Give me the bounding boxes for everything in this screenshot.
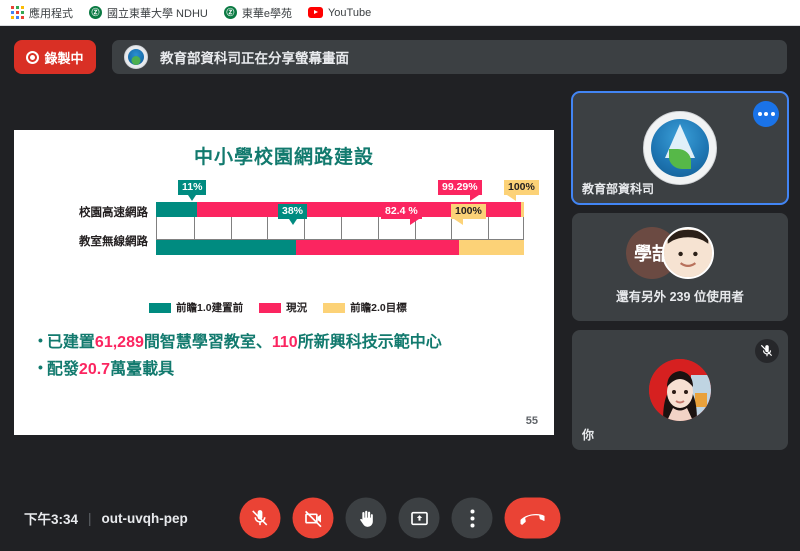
- chart-value-before-1: 38%: [278, 204, 308, 225]
- more-options-button[interactable]: [451, 497, 493, 539]
- chart-bar-before-1: [156, 240, 296, 255]
- network-build-chart: 校園高速網路 教室無線網路 11% 99.29% 100% 38% 82.4 %…: [44, 178, 539, 268]
- camera-off-button[interactable]: [292, 497, 334, 539]
- bookmark-youtube[interactable]: YouTube: [301, 2, 378, 24]
- slide-bullets: 已建置61,289間智慧學習教室、110所新興科技示範中心 配發20.7萬臺載具: [38, 328, 538, 382]
- participant-name: 你: [582, 428, 595, 442]
- self-photo-avatar: [649, 359, 711, 421]
- youtube-icon: [307, 7, 323, 18]
- bookmark-ndhu[interactable]: Ⓩ 國立東華大學 NDHU: [82, 2, 215, 24]
- browser-bookmarks-bar: 應用程式 Ⓩ 國立東華大學 NDHU Ⓩ 東華e學苑 YouTube: [0, 0, 800, 26]
- raise-hand-icon: [359, 510, 373, 527]
- recording-indicator[interactable]: 錄製中: [14, 40, 96, 74]
- chart-value-target-0: 100%: [504, 180, 539, 201]
- call-controls: [239, 497, 561, 539]
- meet-bottom-bar: 下午3:34 | out-uvqh-pep: [0, 485, 800, 551]
- bookmark-label: 應用程式: [29, 7, 73, 20]
- chart-value-before-0: 11%: [178, 180, 207, 201]
- chart-value-target-1: 100%: [451, 204, 486, 225]
- participant-rail: 教育部資科司 學喆 還有另外 239 位使用者 你: [571, 91, 789, 459]
- participant-photo-avatar: [662, 227, 714, 279]
- list-item: 配發20.7萬臺載具: [38, 355, 538, 382]
- end-call-button[interactable]: [504, 497, 561, 539]
- legend-swatch-icon: [149, 302, 171, 313]
- bookmark-label: 東華e學苑: [241, 7, 292, 20]
- legend-item-1: 現況: [259, 300, 307, 315]
- ndhu-badge-icon: Ⓩ: [89, 6, 102, 19]
- present-screen-icon: [410, 511, 428, 525]
- chart-value-current-1: 82.4 %: [381, 204, 422, 225]
- shared-slide[interactable]: 中小學校園網路建設 校園高速網路 教室無線網路 11% 99.29% 100% …: [14, 130, 554, 435]
- meet-top-bar: 錄製中 教育部資科司正在分享螢幕畫面: [0, 26, 800, 88]
- bookmark-apps[interactable]: 應用程式: [4, 2, 80, 24]
- hangup-icon: [520, 513, 545, 525]
- current-time: 下午3:34: [24, 512, 79, 527]
- chart-bar-before-0: [156, 202, 197, 217]
- self-portrait-icon: [649, 359, 711, 421]
- chart-value-current-0: 99.29%: [438, 180, 482, 201]
- bookmark-label: YouTube: [327, 6, 372, 19]
- legend-label: 現況: [286, 302, 308, 314]
- meeting-code: out-uvqh-pep: [101, 510, 188, 526]
- mic-off-button[interactable]: [239, 497, 281, 539]
- legend-label: 前瞻2.0目標: [350, 302, 407, 314]
- bookmark-label: 國立東華大學 NDHU: [107, 7, 208, 20]
- legend-swatch-icon: [323, 302, 346, 313]
- screen-share-text: 教育部資科司正在分享螢幕畫面: [160, 51, 349, 66]
- list-item: 已建置61,289間智慧學習教室、110所新興科技示範中心: [38, 328, 538, 355]
- chart-plot-area: 11% 99.29% 100% 38% 82.4 % 100%: [156, 178, 539, 268]
- record-dot-icon: [26, 50, 40, 64]
- chart-legend: 前瞻1.0建置前 現況 前瞻2.0目標: [149, 300, 407, 315]
- screen-share-notice: 教育部資科司正在分享螢幕畫面: [112, 40, 787, 74]
- meeting-stage: 中小學校園網路建設 校園高速網路 教室無線網路 11% 99.29% 100% …: [0, 88, 800, 485]
- meta-separator: |: [88, 510, 92, 526]
- mic-off-icon: [252, 510, 268, 526]
- legend-item-0: 前瞻1.0建置前: [149, 300, 243, 315]
- chart-category-label-1: 教室無線網路: [79, 236, 148, 248]
- page-title: 中小學校園網路建設: [193, 147, 374, 168]
- camera-off-icon: [304, 510, 322, 527]
- slide-page-number: 55: [525, 415, 538, 427]
- participant-name: 教育部資科司: [582, 182, 655, 196]
- face-photo-icon: [664, 229, 712, 277]
- bookmark-ndhu-elearning[interactable]: Ⓩ 東華e學苑: [217, 2, 299, 24]
- legend-swatch-icon: [259, 302, 282, 313]
- mic-off-icon: [755, 339, 779, 363]
- ministry-of-education-logo-icon: [124, 45, 148, 69]
- recording-label: 錄製中: [44, 50, 84, 66]
- ndhu-badge-icon: Ⓩ: [223, 6, 237, 19]
- participant-tile-presenter[interactable]: 教育部資科司: [571, 91, 789, 205]
- chart-category-label-0: 校園高速網路: [79, 207, 148, 219]
- participant-tile-self[interactable]: 你: [572, 330, 788, 450]
- present-screen-button[interactable]: [398, 497, 440, 539]
- more-options-icon[interactable]: [753, 101, 779, 127]
- meeting-meta: 下午3:34 | out-uvqh-pep: [24, 508, 188, 528]
- ministry-of-education-logo-icon: [643, 111, 717, 185]
- legend-item-2: 前瞻2.0目標: [323, 300, 407, 315]
- apps-grid-icon: [11, 6, 24, 19]
- more-vertical-icon: [470, 509, 474, 527]
- chart-bar-row-1: [156, 240, 524, 255]
- participant-overflow-label: 還有另外 239 位使用者: [616, 290, 744, 304]
- participant-tile-overflow[interactable]: 學喆 還有另外 239 位使用者: [572, 213, 788, 321]
- raise-hand-button[interactable]: [345, 497, 387, 539]
- legend-label: 前瞻1.0建置前: [176, 302, 244, 314]
